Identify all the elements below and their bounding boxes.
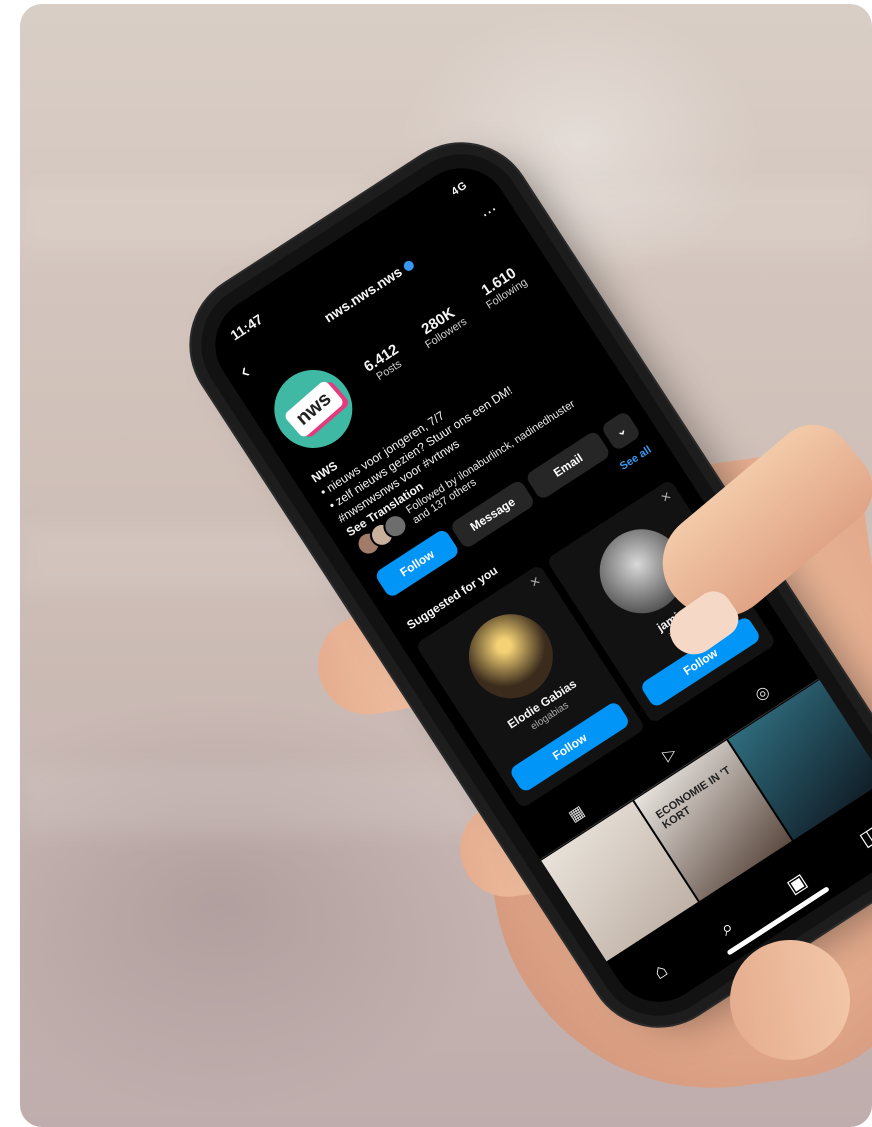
- search-icon[interactable]: ⌕: [716, 916, 738, 941]
- stat-posts[interactable]: 6.412 Posts: [361, 340, 408, 385]
- status-signal: 4G: [449, 179, 470, 199]
- close-icon[interactable]: ✕: [527, 573, 543, 590]
- reels-icon[interactable]: ▷: [653, 737, 686, 770]
- stat-followers[interactable]: 280K Followers: [414, 301, 469, 351]
- reels-nav-icon[interactable]: ▣: [782, 868, 811, 899]
- see-all-link[interactable]: See all: [618, 444, 654, 473]
- status-time: 11:47: [227, 310, 266, 344]
- chevron-down-icon[interactable]: ⌄: [600, 410, 642, 452]
- stat-following[interactable]: 1.610 Following: [475, 262, 529, 311]
- shop-icon[interactable]: ◫: [855, 820, 872, 851]
- verified-badge-icon: [401, 259, 416, 274]
- close-icon[interactable]: ✕: [658, 488, 674, 505]
- avatar-logo: nws: [282, 379, 345, 439]
- home-icon[interactable]: ⌂: [649, 959, 672, 985]
- tagged-icon[interactable]: ◎: [746, 677, 779, 710]
- grid-icon[interactable]: ▦: [560, 797, 593, 830]
